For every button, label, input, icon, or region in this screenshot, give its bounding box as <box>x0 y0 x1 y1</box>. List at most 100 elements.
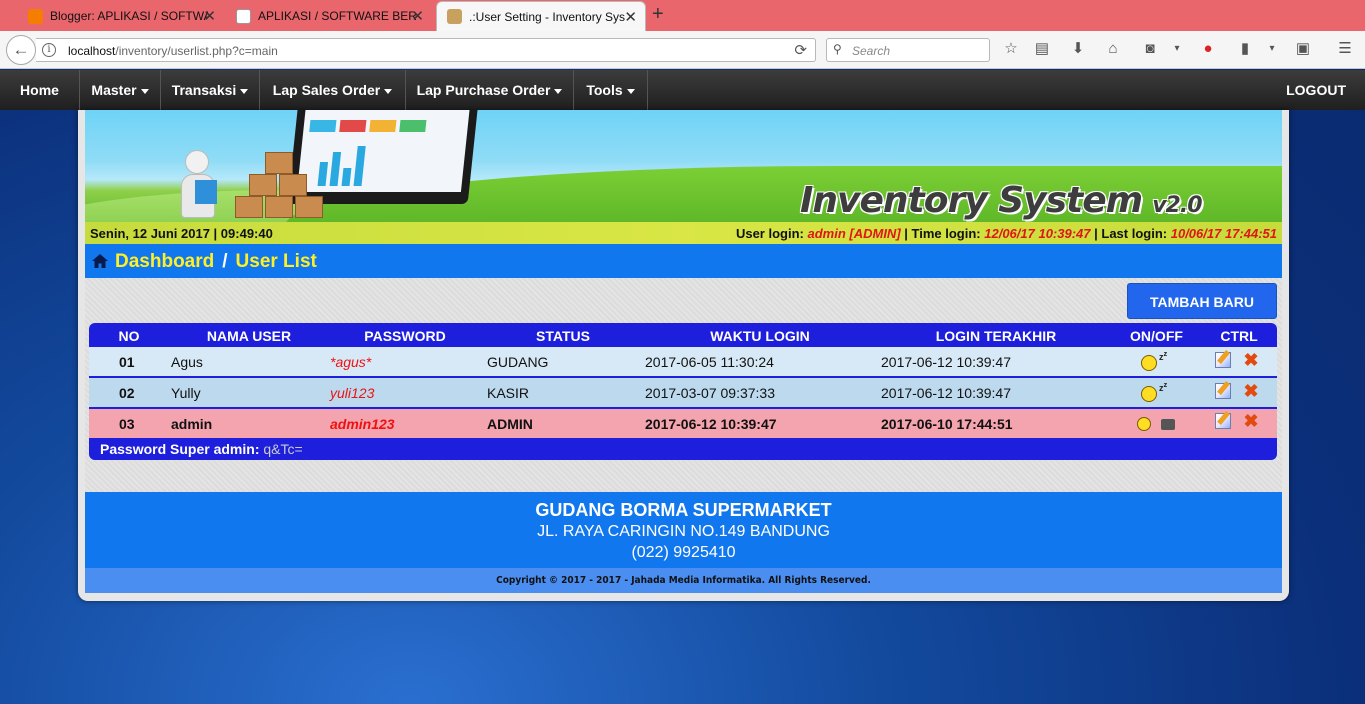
screenshot-icon[interactable]: ◙ <box>1141 40 1159 58</box>
last-login-value: 10/06/17 17:44:51 <box>1170 226 1277 241</box>
bookmark-star-icon[interactable]: ☆ <box>1002 40 1020 58</box>
browser-tab-blogger[interactable]: Blogger: APLIKASI / SOFTWA ✕ <box>18 1 224 31</box>
column-header: NO <box>118 328 140 344</box>
site-info-icon[interactable]: i <box>42 43 56 57</box>
addon-icon[interactable]: ● <box>1199 40 1217 58</box>
delete-icon[interactable]: ✖ <box>1243 351 1259 369</box>
edit-icon[interactable] <box>1215 413 1231 429</box>
dropdown-icon[interactable]: ▾ <box>1168 40 1186 58</box>
close-tab-icon[interactable]: ✕ <box>624 8 637 26</box>
column-header: LOGIN TERAKHIR <box>935 328 1057 344</box>
column-header: NAMA USER <box>206 328 292 344</box>
breadcrumb-dashboard-link[interactable]: Dashboard <box>115 251 214 272</box>
menu-lap-purchase-order[interactable]: Lap Purchase Order <box>406 70 574 110</box>
cell-password: yuli123 <box>330 385 375 401</box>
menu-label: Transaksi <box>171 82 237 98</box>
search-placeholder: Search <box>852 44 891 58</box>
cell-login-time: 2017-06-12 10:39:47 <box>645 416 777 432</box>
caret-down-icon <box>140 88 149 94</box>
cell-name: admin <box>171 416 213 432</box>
inventory-favicon-icon <box>447 9 462 24</box>
user-login-label: User login: <box>735 226 804 241</box>
tab-title: Blogger: APLIKASI / SOFTWA <box>50 9 208 23</box>
clipboard-icon[interactable]: ▮ <box>1236 40 1254 58</box>
company-address: JL. RAYA CARINGIN NO.149 BANDUNG <box>537 523 830 540</box>
breadcrumb: Dashboard / User List <box>85 244 1282 278</box>
cell-password: admin123 <box>330 416 395 432</box>
login-info: User login: admin [ADMIN] | Time login: … <box>736 226 1277 241</box>
company-phone: (022) 9925410 <box>631 544 736 561</box>
column-header: WAKTU LOGIN <box>710 328 810 344</box>
boxes-illustration <box>235 150 330 220</box>
box <box>279 174 307 196</box>
cell-last-login: 2017-06-12 10:39:47 <box>881 385 1011 401</box>
close-tab-icon[interactable]: ✕ <box>203 7 216 25</box>
page-favicon-icon <box>236 8 251 24</box>
column-header: CTRL <box>1220 328 1258 344</box>
new-tab-icon[interactable]: + <box>652 3 664 26</box>
hamburger-menu-icon[interactable]: ☰ <box>1336 40 1354 58</box>
edit-icon[interactable] <box>1215 352 1231 368</box>
site-footer: GUDANG BORMA SUPERMARKET JL. RAYA CARING… <box>85 492 1282 568</box>
caret-down-icon <box>554 88 563 94</box>
menu-lap-sales-order[interactable]: Lap Sales Order <box>260 70 406 110</box>
time-login-value: 12/06/17 10:39:47 <box>984 226 1091 241</box>
box <box>265 152 293 174</box>
menu-label: Home <box>20 82 59 98</box>
column-header: PASSWORD <box>364 328 446 344</box>
extension-icon[interactable]: ▣ <box>1294 40 1312 58</box>
online-computer-icon <box>1137 415 1177 433</box>
current-datetime: Senin, 12 Juni 2017 | 09:49:40 <box>90 226 273 241</box>
add-user-button[interactable]: TAMBAH BARU <box>1127 283 1277 319</box>
zz-glyph: zz <box>1159 349 1168 362</box>
back-arrow-icon[interactable]: ← <box>6 35 36 65</box>
menu-label: Tools <box>586 82 623 98</box>
breadcrumb-current: User List <box>235 251 317 272</box>
menu-label: Master <box>91 82 137 98</box>
url-text: localhost/inventory/userlist.php?c=main <box>68 44 278 58</box>
last-login-label: | Last login: <box>1094 226 1168 241</box>
cell-login-time: 2017-06-05 11:30:24 <box>645 354 774 370</box>
menu-transaksi[interactable]: Transaksi <box>161 70 260 110</box>
menu-tools[interactable]: Tools <box>574 70 648 110</box>
dropdown-icon[interactable]: ▾ <box>1263 40 1281 58</box>
caret-down-icon <box>240 88 249 94</box>
delete-icon[interactable]: ✖ <box>1243 412 1259 430</box>
delete-icon[interactable]: ✖ <box>1243 382 1259 400</box>
table-row: 02 Yully yuli123 KASIR 2017-03-07 09:37:… <box>89 378 1277 407</box>
brand-name: Inventory System <box>800 180 1143 221</box>
edit-icon[interactable] <box>1215 383 1231 399</box>
screen-bar <box>353 146 366 186</box>
super-admin-label: Password Super admin: <box>100 441 260 457</box>
browser-tab-user-setting[interactable]: .:User Setting - Inventory Sys ✕ <box>436 1 646 31</box>
offline-sleep-icon: zz <box>1141 380 1171 402</box>
reading-list-icon[interactable]: ▤ <box>1033 40 1051 58</box>
offline-sleep-icon: zz <box>1141 349 1171 371</box>
download-icon[interactable]: ⬇ <box>1069 40 1087 58</box>
menu-home[interactable]: Home <box>0 70 80 110</box>
company-name: GUDANG BORMA SUPERMARKET <box>535 500 832 520</box>
address-bar[interactable]: i localhost/inventory/userlist.php?c=mai… <box>36 38 816 62</box>
caret-down-icon <box>626 88 635 94</box>
browser-tab-aplikasi[interactable]: APLIKASI / SOFTWARE BERB ✕ <box>226 1 432 31</box>
cell-no: 01 <box>119 354 135 370</box>
close-tab-icon[interactable]: ✕ <box>411 7 424 25</box>
home-icon[interactable] <box>92 254 108 268</box>
menu-master[interactable]: Master <box>80 70 161 110</box>
column-header: ON/OFF <box>1130 328 1183 344</box>
search-input[interactable]: ⚲ Search <box>826 38 990 62</box>
face-shape <box>1141 355 1157 371</box>
user-login-value: admin [ADMIN] <box>807 226 901 241</box>
logout-link[interactable]: LOGOUT <box>1286 70 1346 110</box>
box <box>265 196 293 218</box>
breadcrumb-text: Dashboard / User List <box>115 251 317 273</box>
url-path: /inventory/userlist.php?c=main <box>115 44 278 58</box>
cell-last-login: 2017-06-12 10:39:47 <box>881 354 1011 370</box>
screen-bar <box>329 152 342 186</box>
cell-name: Yully <box>171 385 201 401</box>
super-admin-password: Password Super admin: q&Tc= <box>100 441 303 457</box>
home-icon[interactable]: ⌂ <box>1104 40 1122 58</box>
person-illustration <box>177 150 219 220</box>
face-shape <box>1141 386 1157 402</box>
reload-icon[interactable]: ⟳ <box>794 41 807 59</box>
